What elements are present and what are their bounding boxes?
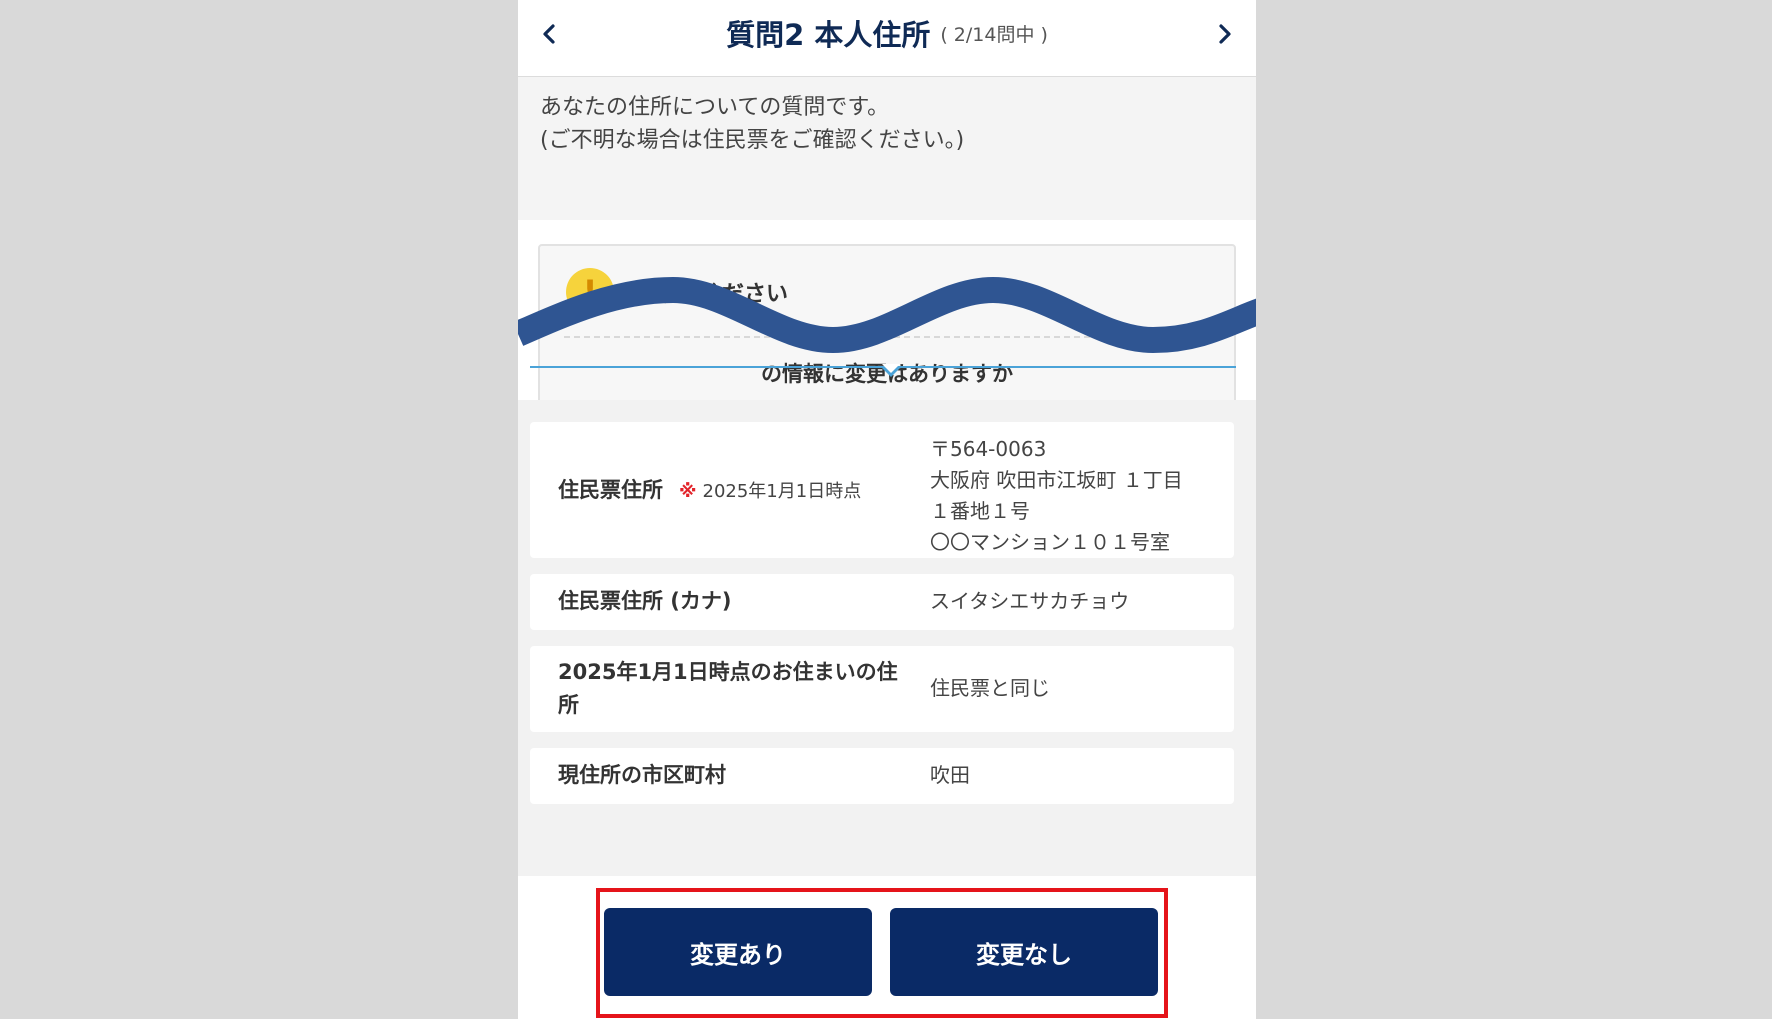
postal-code: 〒564-0063 (930, 437, 1047, 461)
address-line-3: 〇〇マンション１０１号室 (930, 530, 1170, 554)
address-line-2: １番地１号 (930, 499, 1030, 523)
description-line-1: あなたの住所についての質問です。 (540, 95, 890, 120)
changed-button[interactable]: 変更あり (604, 908, 872, 996)
question-screen: 質問2 本人住所 ( 2/14問中 ) あなたの住所についての質問です。 (ご不明… (518, 0, 1256, 1019)
resident-address-value: 〒564-0063 大阪府 吹田市江坂町 １丁目 １番地１号 〇〇マンション１０… (930, 434, 1183, 558)
as-of-date-note: ※ 2025年1月1日時点 (679, 481, 861, 502)
address-kana-label: 住民票住所 (カナ) (558, 589, 732, 613)
question-progress: ( 2/14問中 ) (940, 23, 1048, 46)
chevron-right-icon (1219, 24, 1231, 44)
current-city-label: 現住所の市区町村 (558, 763, 726, 787)
next-question-button[interactable] (1206, 16, 1242, 52)
description-line-2: (ご不明な場合は住民票をご確認ください。) (540, 128, 965, 153)
info-row-address-kana: 住民票住所 (カナ) スイタシエサカチョウ (530, 574, 1234, 630)
question-header: 質問2 本人住所 ( 2/14問中 ) (518, 0, 1256, 77)
row-label: 住民票住所 ※ 2025年1月1日時点 (558, 474, 861, 508)
question-description: あなたの住所についての質問です。 (ご不明な場合は住民票をご確認ください。) (518, 77, 1256, 220)
current-city-value: 吹田 (930, 763, 970, 787)
not-changed-button[interactable]: 変更なし (890, 908, 1158, 996)
answer-buttons: 変更あり 変更なし (518, 876, 1256, 1019)
label-line-1: 2025年1月1日時点のお住まいの住 (558, 660, 898, 684)
info-row-resident-address: 住民票住所 ※ 2025年1月1日時点 〒564-0063 大阪府 吹田市江坂町 １… (530, 422, 1234, 558)
info-row-current-city: 現住所の市区町村 吹田 (530, 748, 1234, 804)
address-kana-value: スイタシエサカチョウ (930, 589, 1130, 613)
address-line-1: 大阪府 吹田市江坂町 １丁目 (930, 468, 1183, 492)
residence-at-date-value: 住民票と同じ (930, 676, 1050, 700)
note-mark: ※ (679, 481, 697, 502)
wavy-cut-icon (518, 276, 1256, 354)
note-text: 2025年1月1日時点 (702, 481, 862, 502)
chevron-down-icon[interactable] (880, 364, 902, 377)
resident-address-label: 住民票住所 (558, 478, 663, 502)
question-title: 質問2 本人住所 (726, 18, 931, 52)
address-info-table: 住民票住所 ※ 2025年1月1日時点 〒564-0063 大阪府 吹田市江坂町 １… (518, 400, 1256, 876)
label-line-2: 所 (558, 693, 579, 717)
info-row-residence-at-date: 2025年1月1日時点のお住まいの住 所 住民票と同じ (530, 646, 1234, 732)
residence-at-date-label: 2025年1月1日時点のお住まいの住 所 (558, 656, 898, 722)
page-title: 質問2 本人住所 ( 2/14問中 ) (518, 12, 1256, 54)
